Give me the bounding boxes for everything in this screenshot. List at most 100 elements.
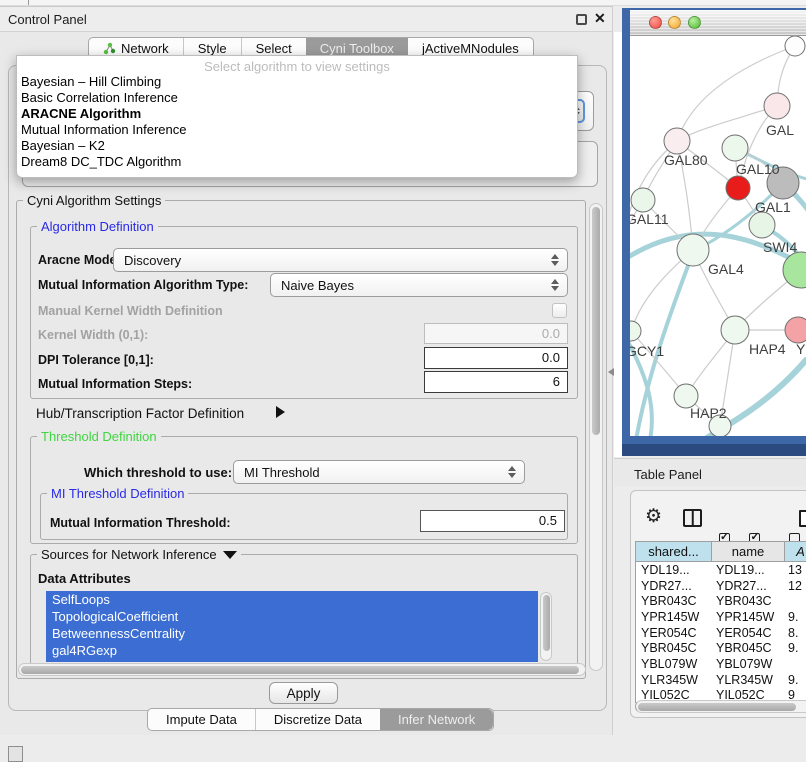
mi-steps-field[interactable]: 6 [424,371,568,393]
algorithm-option-highlighted[interactable]: ARACNE Algorithm [17,106,577,122]
bottom-tabbar: Impute Data Discretize Data Infer Networ… [147,708,494,731]
data-attributes-list[interactable]: SelfLoops TopologicalCoefficient Between… [46,591,538,662]
combo-spinner-icon [508,466,516,478]
network-node [664,128,690,154]
manual-kernel-checkbox[interactable] [552,303,567,318]
dpi-tolerance-label: DPI Tolerance [0,1]: [38,353,154,367]
top-strip-tick [28,0,29,5]
tab-infer-network[interactable]: Infer Network [380,709,493,730]
mi-threshold-title: MI Threshold Definition [47,486,188,501]
algorithm-option[interactable]: Mutual Information Inference [17,122,577,138]
popup-placeholder: Select algorithm to view settings [17,56,577,74]
combo-spinner-icon [551,254,559,266]
list-item[interactable]: SelfLoops [46,591,538,608]
network-canvas[interactable]: GAL GAL80 GAL10 GAL1 GAL11 GAL4 SWI4 GCY… [630,36,806,436]
network-node [785,36,805,56]
network-node [722,135,748,161]
network-node-labels: GAL GAL80 GAL10 GAL1 GAL11 GAL4 SWI4 GCY… [630,122,806,421]
network-node [764,93,790,119]
node-label: HAP2 [690,405,727,421]
algorithm-option[interactable]: Basic Correlation Inference [17,90,577,106]
column-header-name[interactable]: name [712,541,785,562]
table-row[interactable]: YBL079WYBL079W [636,656,806,672]
mi-steps-label: Mutual Information Steps: [38,377,192,391]
node-label: GAL4 [708,261,744,277]
threshold-definition-title: Threshold Definition [37,429,161,444]
list-item[interactable]: gal4RGexp [46,642,538,659]
network-window: GAL GAL80 GAL10 GAL1 GAL11 GAL4 SWI4 GCY… [622,8,806,456]
list-item[interactable]: TopologicalCoefficient [46,608,538,625]
table-row[interactable]: YDR27...YDR27...12 [636,578,806,594]
node-label: HAP4 [749,341,786,357]
algorithm-option[interactable]: Dream8 DC_TDC Algorithm [17,154,577,170]
table-panel: ⚙ shared... name A YDL19...YDL19...13 YD… [630,490,806,718]
which-threshold-combo[interactable]: MI Threshold [233,460,525,484]
attributes-scrollbar[interactable] [540,592,552,661]
float-panel-icon[interactable] [576,14,587,25]
mi-type-label: Mutual Information Algorithm Type: [38,278,248,292]
algorithm-definition-title: Algorithm Definition [37,219,158,234]
column-header-shared-name[interactable]: shared... [636,541,712,562]
columns-icon[interactable] [683,509,702,527]
which-threshold-value: MI Threshold [244,465,320,480]
collapsed-arrow-icon[interactable] [276,406,285,418]
close-panel-icon[interactable]: ✕ [594,10,606,27]
network-node [785,317,806,343]
aracne-mode-label: Aracne Mode: [38,253,121,267]
kernel-width-label: Kernel Width (0,1): [38,328,148,342]
dpi-tolerance-field[interactable]: 0.0 [424,347,568,369]
network-icon [103,42,116,55]
mac-close-button[interactable] [649,16,662,29]
table-row[interactable]: YLR345WYLR345W9. [636,672,806,688]
which-threshold-label: Which threshold to use: [84,465,232,480]
kernel-width-field[interactable]: 0.0 [424,323,568,344]
table-row[interactable]: YER054CYER054C8. [636,625,806,641]
settings-scrollbar[interactable] [589,203,603,671]
export-table-icon[interactable] [799,510,806,527]
collapsed-panel-icon[interactable] [8,746,23,762]
settings-hscrollbar[interactable] [18,663,586,676]
panel-resize-handle[interactable] [608,368,614,376]
mi-type-combo[interactable]: Naive Bayes [270,273,568,297]
node-label: GAL1 [755,199,791,215]
node-label: GAL [766,122,794,138]
algorithm-option[interactable]: Bayesian – K2 [17,138,577,154]
table-row[interactable]: YBR043CYBR043C [636,593,806,609]
network-node [630,321,641,341]
network-node [631,188,655,212]
mac-zoom-button[interactable] [688,16,701,29]
table-hscrollbar[interactable] [635,700,806,713]
panel-gap [614,32,622,457]
network-window-titlebar[interactable] [630,10,806,36]
aracne-mode-combo[interactable]: Discovery [113,248,568,272]
manual-kernel-label: Manual Kernel Width Definition [38,304,223,318]
tab-network-label: Network [121,41,169,56]
network-node [726,176,750,200]
expanded-arrow-icon[interactable] [223,551,237,559]
table-row[interactable]: YPR145WYPR145W9. [636,609,806,625]
algorithm-dropdown-popup: Select algorithm to view settings Bayesi… [16,55,578,178]
gear-icon[interactable]: ⚙ [645,505,662,528]
node-table: shared... name A YDL19...YDL19...13 YDR2… [635,541,806,703]
node-label: SWI4 [763,239,797,255]
control-panel-header: Control Panel ✕ [0,7,612,32]
column-header-partial[interactable]: A [785,541,806,562]
settings-group-title: Cyni Algorithm Settings [23,193,165,208]
network-node [749,212,775,238]
mac-minimize-button[interactable] [668,16,681,29]
hub-section-label[interactable]: Hub/Transcription Factor Definition [36,406,244,421]
mi-threshold-field[interactable]: 0.5 [420,510,565,532]
algorithm-option[interactable]: Bayesian – Hill Climbing [17,74,577,90]
combo-spinner-icon [551,279,559,291]
table-row[interactable]: YBR045CYBR045C9. [636,640,806,656]
tab-discretize-data[interactable]: Discretize Data [255,709,380,730]
list-item[interactable]: BetweennessCentrality [46,625,538,642]
sources-title: Sources for Network Inference [37,547,241,562]
network-node [721,316,749,344]
table-rows: YDL19...YDL19...13 YDR27...YDR27...12 YB… [636,562,806,703]
apply-button[interactable]: Apply [269,682,338,704]
tab-impute-data[interactable]: Impute Data [148,709,255,730]
mi-threshold-label: Mutual Information Threshold: [50,516,231,530]
table-panel-title: Table Panel [634,467,702,482]
table-row[interactable]: YDL19...YDL19...13 [636,562,806,578]
